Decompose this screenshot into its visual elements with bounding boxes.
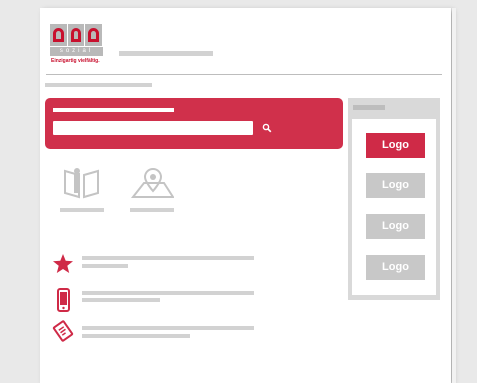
phone-line-1 (82, 291, 254, 295)
header-title-placeholder (119, 51, 213, 56)
sidebar-heading-placeholder (353, 105, 385, 110)
map-pin-icon (130, 167, 175, 198)
document-line-2 (82, 334, 190, 338)
location-link[interactable] (130, 165, 175, 215)
phone-line-2 (82, 298, 160, 302)
document-icon (52, 320, 74, 342)
location-label-placeholder (130, 208, 174, 212)
search-icon (262, 123, 272, 133)
phone-item[interactable] (52, 288, 256, 314)
breadcrumb-placeholder[interactable] (45, 83, 152, 87)
brand-wordmark (50, 24, 103, 46)
partner-logo-2[interactable]: Logo (366, 173, 425, 198)
search-input[interactable] (53, 121, 253, 135)
favorites-line-2 (82, 264, 128, 268)
search-button[interactable] (259, 121, 275, 135)
brand-logo[interactable]: sozial Einzigartig vielfältig. (50, 24, 106, 68)
catalog-link[interactable] (60, 165, 104, 215)
brand-sub: sozial (50, 47, 103, 56)
search-heading-placeholder (53, 108, 174, 112)
open-book-icon (64, 168, 99, 199)
document-item[interactable] (52, 320, 256, 346)
partner-logo-4[interactable]: Logo (366, 255, 425, 280)
document-line-1 (82, 326, 254, 330)
partner-logo-3[interactable]: Logo (366, 214, 425, 239)
favorites-item[interactable] (52, 253, 256, 279)
brand-claim: Einzigartig vielfältig. (51, 58, 100, 64)
star-icon (53, 254, 73, 273)
page-edge (452, 8, 456, 383)
catalog-label-placeholder (60, 208, 104, 212)
partner-logo-1[interactable]: Logo (366, 133, 425, 158)
mobile-phone-icon (57, 288, 70, 312)
favorites-line-1 (82, 256, 254, 260)
header-divider (46, 74, 442, 75)
